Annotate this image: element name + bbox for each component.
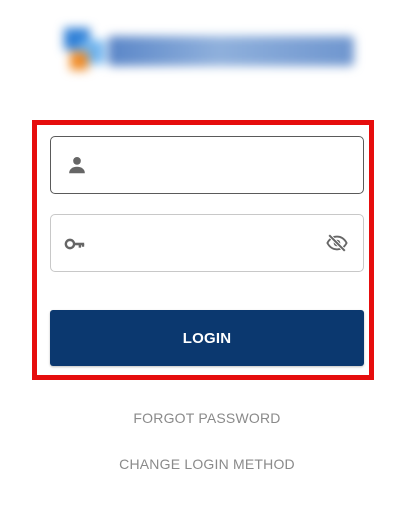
eye-off-icon[interactable] bbox=[326, 232, 348, 254]
login-button[interactable]: LOGIN bbox=[50, 310, 364, 366]
password-input[interactable] bbox=[99, 225, 315, 261]
logo-mark-icon bbox=[64, 28, 104, 70]
logo-wordmark bbox=[108, 36, 354, 66]
company-logo bbox=[58, 22, 354, 78]
forgot-password-link[interactable]: FORGOT PASSWORD bbox=[0, 410, 414, 426]
change-login-method-link[interactable]: CHANGE LOGIN METHOD bbox=[0, 456, 414, 472]
login-screen: LOGIN FORGOT PASSWORD CHANGE LOGIN METHO… bbox=[0, 0, 414, 506]
username-field[interactable] bbox=[50, 136, 364, 194]
username-input[interactable] bbox=[99, 147, 315, 183]
key-icon bbox=[64, 238, 85, 250]
person-icon bbox=[69, 157, 85, 174]
password-field[interactable] bbox=[50, 214, 364, 272]
